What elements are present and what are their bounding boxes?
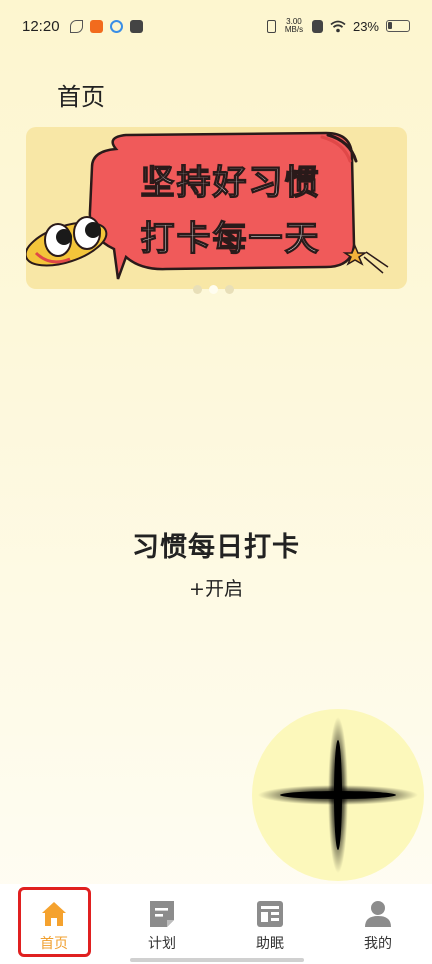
tab-plan[interactable]: 计划 (108, 884, 216, 964)
banner-headline-2: 打卡每一天 (140, 218, 321, 259)
plan-icon (150, 901, 174, 927)
leaf-app-icon (69, 19, 83, 33)
promo-banner[interactable]: 坚持好习惯 打卡每一天 (26, 127, 407, 289)
banner-pager (193, 285, 234, 294)
vibrate-icon (266, 19, 276, 33)
page-title: 首页 (57, 83, 105, 111)
battery-icon (386, 20, 410, 32)
network-speed-unit: MB/s (284, 25, 304, 34)
add-habit-fab[interactable] (252, 709, 424, 881)
battery-fill (388, 22, 392, 29)
browser-app-icon (109, 19, 123, 33)
tab-home-highlight (18, 887, 91, 957)
pager-dot[interactable] (225, 285, 234, 294)
status-time: 12:20 (22, 17, 60, 35)
profile-icon (365, 901, 391, 927)
tab-sleep-aid[interactable]: 助眠 (216, 884, 324, 964)
sim-off-icon (311, 19, 323, 33)
mail-app-icon (129, 19, 143, 33)
tab-profile[interactable]: 我的 (324, 884, 432, 964)
tab-plan-label: 计划 (148, 936, 176, 952)
banner-artwork (26, 131, 389, 280)
network-speed: 3.00 MB/s (283, 18, 305, 34)
tab-profile-label: 我的 (364, 936, 392, 952)
habit-checkin-title: 习惯每日打卡 (132, 532, 300, 563)
battery-percent: 23% (352, 18, 379, 34)
sleep-aid-icon (257, 901, 283, 927)
start-habit-button[interactable]: +开启 (0, 574, 432, 601)
sparkle-plus-icon (258, 717, 418, 873)
pager-dot[interactable] (209, 285, 218, 294)
home-indicator[interactable] (130, 958, 304, 962)
status-bar: 12:20 3.00 MB/s 23% (0, 0, 432, 52)
pager-dot[interactable] (193, 285, 202, 294)
taobao-app-icon (89, 19, 103, 33)
tab-sleep-aid-label: 助眠 (256, 936, 284, 952)
wifi-icon (330, 20, 346, 32)
banner-headline-1: 坚持好习惯 (140, 162, 321, 203)
